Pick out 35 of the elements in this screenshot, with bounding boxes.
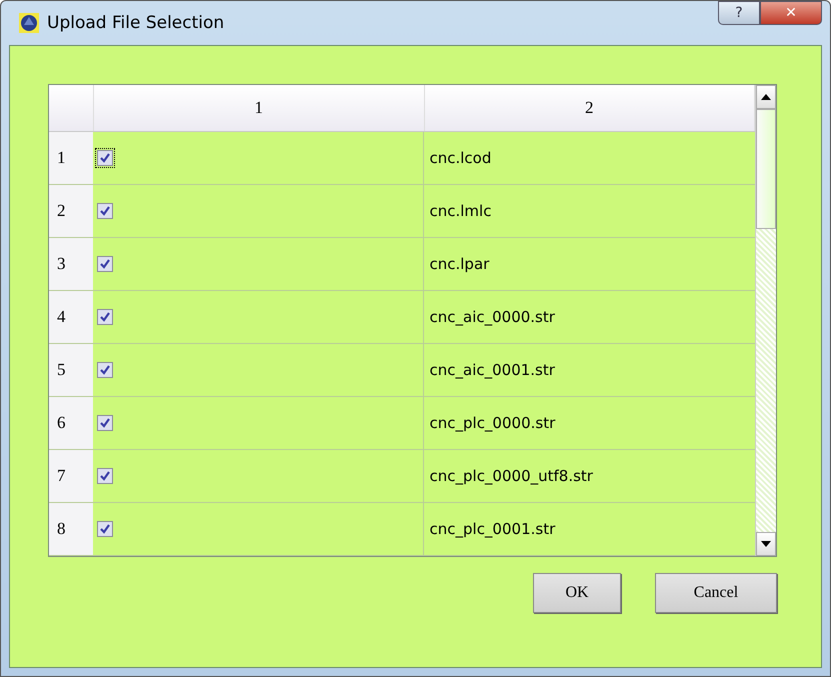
file-name-cell-text: cnc.lpar — [428, 254, 490, 275]
checkbox[interactable] — [97, 521, 113, 537]
file-name-cell-text: cnc_plc_0000_utf8.str — [428, 466, 594, 487]
checkbox[interactable] — [97, 415, 113, 431]
file-name-cell-text: cnc.lcod — [428, 148, 492, 169]
scroll-up-button[interactable] — [756, 85, 776, 109]
row-header: 3 — [49, 238, 93, 290]
row-header: 4 — [49, 291, 93, 343]
file-name-cell-text: cnc_plc_0000.str — [428, 413, 556, 434]
row-header: 2 — [49, 185, 93, 237]
scroll-thumb[interactable] — [756, 109, 776, 229]
vertical-scrollbar[interactable] — [755, 85, 776, 556]
row-header: 7 — [49, 450, 93, 502]
scroll-down-button[interactable] — [756, 532, 776, 556]
down-arrow-icon — [761, 541, 771, 547]
app-icon — [19, 13, 39, 33]
file-name-cell-text: cnc_aic_0000.str — [428, 307, 556, 328]
checkbox[interactable] — [97, 203, 113, 219]
row-header: 8 — [49, 503, 93, 555]
ok-button[interactable]: OK — [533, 573, 621, 613]
up-arrow-icon — [761, 94, 771, 100]
row-header: 6 — [49, 397, 93, 449]
row-header: 5 — [49, 344, 93, 396]
window-title: Upload File Selection — [47, 13, 224, 33]
checkbox[interactable] — [97, 309, 113, 325]
checkbox[interactable] — [97, 362, 113, 378]
column-header[interactable]: 1 — [94, 85, 424, 131]
row-header: 1 — [49, 132, 93, 184]
help-button[interactable]: ? — [718, 1, 760, 25]
file-name-cell-text: cnc_plc_0001.str — [428, 519, 556, 540]
checkbox[interactable] — [97, 468, 113, 484]
checkbox[interactable] — [97, 256, 113, 272]
file-name-cell-text: cnc_aic_0001.str — [428, 360, 556, 381]
cancel-button[interactable]: Cancel — [655, 573, 777, 613]
file-name-cell-text: cnc.lmlc — [428, 201, 492, 222]
